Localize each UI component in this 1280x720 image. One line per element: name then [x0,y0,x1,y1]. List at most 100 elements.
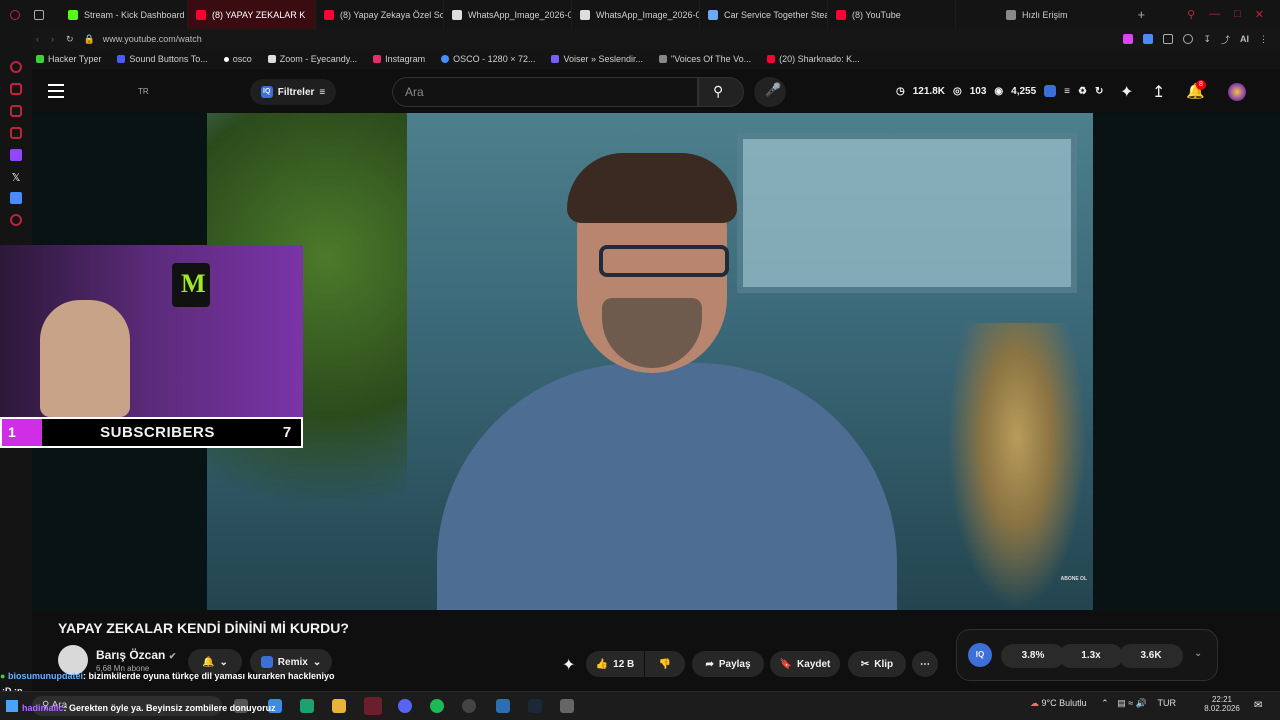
extension-icon[interactable] [1143,34,1154,44]
header-views: 121.8K [912,85,945,97]
x-icon[interactable]: 𝕏 [0,171,32,184]
bookmark-voiser[interactable]: Voiser » Seslendir... [551,54,643,64]
share-icon[interactable]: ⤴ [1221,33,1230,46]
voice-search-button[interactable]: 🎤 [754,77,786,107]
chat-user-icon: ● [0,671,6,681]
clock[interactable]: 22:21 8.02.2026 [1200,695,1244,713]
tab-kick[interactable]: Stream - Kick Dashboard [60,0,188,29]
download-icon[interactable]: ↧ [1203,34,1211,45]
extension-icon[interactable] [1183,34,1194,44]
search-button[interactable]: ⚲ [698,77,744,107]
maximize-icon[interactable]: □ [1234,8,1241,21]
quick-access-label: Hızlı Erişim [1022,9,1068,20]
avatar[interactable] [1228,83,1246,101]
video-frame[interactable]: ABONE OL [207,113,1093,610]
extension-icon[interactable] [1123,34,1134,44]
sidebar-icon[interactable] [10,192,22,204]
new-tab-icon[interactable]: + [1138,7,1146,22]
chevron-down-icon[interactable]: ⌄ [1194,648,1202,659]
bookmark-label: Zoom - Eyecandy... [279,54,358,64]
youtube-icon [767,55,776,63]
spotify-icon[interactable] [430,699,444,713]
bookmark-voices[interactable]: "Voices Of The Vo... [659,54,751,64]
more-menu-icon[interactable]: ⋮ [1259,34,1268,45]
create-icon[interactable]: ✦ [1120,82,1133,102]
bookmark-label: "Voices Of The Vo... [671,54,752,64]
notification-center-icon[interactable]: ✉ [1254,700,1262,711]
taskbar-app-icon[interactable] [496,699,510,713]
sidebar-icon[interactable] [10,127,22,139]
close-icon[interactable]: ✕ [1255,8,1264,21]
list-icon[interactable]: ≡ [1064,86,1070,97]
iq-icon[interactable] [1044,85,1057,97]
search-icon: ⚲ [713,83,724,99]
extensions-bar: ↧ ⤴ AI ⋮ [1123,33,1280,46]
tab-youtube-home[interactable]: (8) YouTube [828,0,956,29]
window-buttons: ⚲ — □ ✕ [1187,8,1280,21]
steam-icon [708,9,718,20]
upload-icon[interactable]: ↥ [1152,82,1165,102]
tab-steam[interactable]: Car Service Together Stea [700,0,828,29]
tab-whatsapp-image-1[interactable]: WhatsApp_Image_2026-0 [444,0,572,29]
bookmark-instagram[interactable]: Instagram [373,54,425,64]
header-stats: ◷ 121.8K ◎ 103 ◉ 4,255 ≡ ♻ ↻ [896,85,1103,97]
steam-icon[interactable] [528,699,542,713]
stat-chip-engagement: 3.8% [1001,644,1065,668]
quick-access-tab[interactable]: Hızlı Erişim [956,0,1076,29]
bookmark-sharknado[interactable]: (20) Sharknado: K... [767,54,860,64]
language-indicator[interactable]: TUR [1157,698,1176,708]
sidebar-icon[interactable] [10,83,22,95]
filters-label: Filtreler [277,86,315,98]
bookmark-sound-buttons[interactable]: Sound Buttons To... [117,54,208,64]
bookmark-osco-size[interactable]: OSCO - 1280 × 72... [441,54,535,64]
weather-icon: ☁ [1030,698,1039,708]
forward-icon[interactable]: › [51,34,54,44]
tab-whatsapp-image-2[interactable]: WhatsApp_Image_2026-0 [572,0,700,29]
sidebar-icon[interactable] [10,214,22,226]
tab-label: (8) YAPAY ZEKALAR K [212,9,306,20]
back-icon[interactable]: ‹ [36,34,39,44]
filters-button[interactable]: IQ Filtreler ≡ [250,79,336,105]
bookmark-hacker-typer[interactable]: Hacker Typer [36,54,101,64]
reload-icon[interactable]: ↻ [66,34,74,45]
presenter-hair [567,153,737,223]
iq-icon[interactable]: IQ [968,643,992,667]
minimize-icon[interactable]: — [1209,8,1220,21]
translate-icon[interactable]: ♻ [1078,86,1087,97]
twitch-icon[interactable] [10,149,22,161]
lock-icon: 🔒 [83,33,95,44]
youtube-icon [836,9,846,20]
subscriber-goal-start: 1 [2,419,42,446]
wifi-icon[interactable]: ≈ [1128,698,1133,708]
channel-name[interactable]: Barış Özcan ✔ [96,648,176,662]
tab-youtube-active[interactable]: (8) YAPAY ZEKALAR K [188,0,316,29]
obs-icon[interactable] [462,699,476,713]
sidebar-icon[interactable] [10,105,22,117]
bookmark-osco[interactable]: osco [223,54,252,64]
network-icon[interactable]: ▤ [1117,698,1126,708]
taskbar-app-icon[interactable] [560,699,574,713]
search-input[interactable]: Ara [392,77,698,107]
sidebar-icon[interactable] [10,61,22,73]
refresh-icon[interactable]: ↻ [1095,86,1103,97]
tab-youtube-2[interactable]: (8) Yapay Zekaya Özel So [316,0,444,29]
ai-button[interactable]: AI [1240,34,1249,44]
tab-list-icon[interactable] [34,9,44,20]
url-field[interactable]: www.youtube.com/watch [103,34,202,44]
weather-text[interactable]: 9°C Bulutlu [1042,698,1087,708]
bookmark-zoom[interactable]: Zoom - Eyecandy... [267,54,358,64]
volume-icon[interactable]: 🔊 [1136,698,1147,708]
menu-icon[interactable] [10,9,20,20]
search-tabs-icon[interactable]: ⚲ [1187,8,1195,21]
discord-icon[interactable] [398,699,412,713]
clip-label: Klip [874,658,894,670]
extension-icon[interactable] [1163,34,1174,44]
bookmark-label: (20) Sharknado: K... [779,54,860,64]
remix-label: Remix [277,656,308,668]
bookmark-label: Instagram [385,54,426,64]
system-tray: ☁ 9°C Bulutlu ⌃ ▤ ≈ 🔊 TUR [1030,698,1176,709]
hamburger-menu-icon[interactable] [48,84,64,98]
tray-chevron-icon[interactable]: ⌃ [1101,698,1109,708]
bookmark-icon [551,55,560,63]
bell-icon: 🔔 [202,656,215,668]
